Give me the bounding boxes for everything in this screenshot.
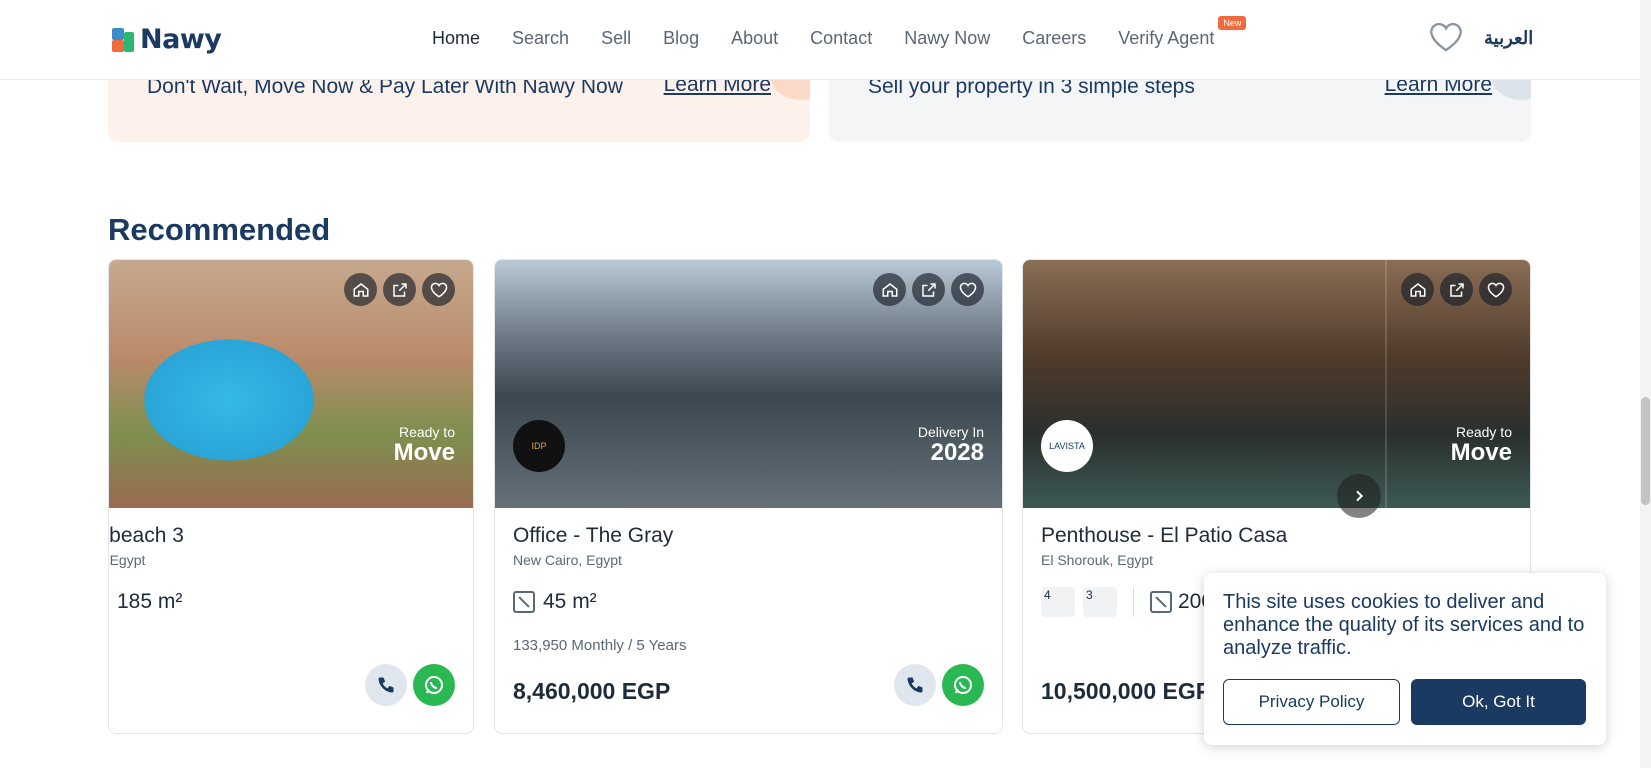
image-next-chevron-icon[interactable]: [1337, 474, 1381, 518]
status-label: Ready to: [1455, 424, 1512, 440]
area-icon: [513, 591, 535, 613]
new-badge: New: [1218, 16, 1247, 30]
favorite-heart-icon[interactable]: [1479, 273, 1512, 306]
nawy-logo[interactable]: Nawy: [112, 24, 222, 55]
nav-sell[interactable]: Sell: [601, 28, 631, 49]
logo-text: Nawy: [140, 24, 222, 55]
cookie-message: This site uses cookies to deliver and en…: [1223, 591, 1585, 659]
bathrooms-count: 3: [1086, 588, 1093, 602]
status-value: Move: [393, 439, 455, 466]
property-amenities: 4 3 200: [1041, 587, 1213, 617]
property-location: New Cairo, Egypt: [513, 552, 622, 568]
language-switch[interactable]: العربية: [1484, 28, 1533, 49]
property-price: 8,460,000 EGP: [513, 678, 671, 704]
home-icon[interactable]: [1401, 273, 1434, 306]
home-icon[interactable]: [873, 273, 906, 306]
cookie-accept-button[interactable]: Ok, Got It: [1411, 679, 1586, 725]
main-nav: Home Search Sell Blog About Contact Nawy…: [432, 16, 1247, 49]
nav-verify-agent[interactable]: Verify Agent New: [1118, 16, 1247, 49]
status-value: 2028: [930, 439, 984, 466]
whatsapp-icon[interactable]: [413, 664, 455, 706]
site-header: Nawy Home Search Sell Blog About Contact…: [0, 0, 1640, 80]
property-location: el , Egypt: [109, 552, 146, 568]
logo-mark-icon: [112, 27, 136, 52]
cookie-banner: This site uses cookies to deliver and en…: [1204, 573, 1606, 745]
area-value: 45 m²: [543, 590, 597, 613]
favorite-heart-icon[interactable]: [951, 273, 984, 306]
contact-buttons: [365, 664, 455, 706]
bed-icon: 4: [1041, 587, 1075, 617]
status-value: Move: [1450, 439, 1512, 466]
share-icon[interactable]: [383, 273, 416, 306]
nav-careers[interactable]: Careers: [1022, 28, 1086, 49]
property-title[interactable]: Office - The Gray: [513, 524, 673, 548]
property-card[interactable]: IDP Delivery In 2028 Office - The Gray N…: [494, 259, 1003, 734]
status-label: Delivery In: [917, 424, 984, 440]
payment-plan: 133,950 Monthly / 5 Years: [513, 637, 687, 654]
property-title[interactable]: ia beach 3: [109, 524, 184, 548]
nav-blog[interactable]: Blog: [663, 28, 699, 49]
page-scrollbar[interactable]: [1640, 0, 1651, 768]
section-title-recommended: Recommended: [108, 212, 331, 247]
delivery-status: Delivery In 2028: [918, 424, 984, 466]
nav-search[interactable]: Search: [512, 28, 569, 49]
favorites-heart-icon[interactable]: [1428, 21, 1464, 53]
delivery-status: Ready to Move: [1451, 424, 1512, 466]
developer-logo[interactable]: IDP: [513, 420, 565, 472]
bedrooms-count: 4: [1044, 588, 1051, 602]
image-actions: [873, 273, 984, 306]
nav-home[interactable]: Home: [432, 28, 480, 49]
favorite-heart-icon[interactable]: [422, 273, 455, 306]
nav-contact[interactable]: Contact: [810, 28, 872, 49]
image-actions: [344, 273, 455, 306]
property-price: 10,500,000 EGP: [1041, 678, 1212, 704]
phone-icon[interactable]: [894, 664, 936, 706]
image-actions: [1401, 273, 1512, 306]
nav-about[interactable]: About: [731, 28, 778, 49]
bath-icon: 3: [1083, 587, 1117, 617]
status-label: Ready to: [398, 424, 455, 440]
whatsapp-icon[interactable]: [942, 664, 984, 706]
divider: [1133, 587, 1134, 617]
home-icon[interactable]: [344, 273, 377, 306]
delivery-status: Ready to Move: [394, 424, 455, 466]
share-icon[interactable]: [1440, 273, 1473, 306]
contact-buttons: [894, 664, 984, 706]
property-card[interactable]: Ready to Move ia beach 3 el , Egypt 185 …: [108, 259, 474, 734]
area-icon: [1150, 591, 1172, 613]
property-area: 45 m²: [513, 590, 597, 614]
property-location: El Shorouk, Egypt: [1041, 552, 1154, 568]
area-icon: [108, 591, 109, 613]
share-icon[interactable]: [912, 273, 945, 306]
property-title[interactable]: Penthouse - El Patio Casa: [1041, 524, 1287, 548]
developer-logo[interactable]: LAVISTA: [1041, 420, 1093, 472]
nav-verify-agent-label: Verify Agent: [1118, 28, 1215, 48]
scrollbar-thumb[interactable]: [1641, 397, 1650, 505]
nav-nawy-now[interactable]: Nawy Now: [904, 28, 990, 49]
property-area: 185 m²: [108, 590, 183, 614]
phone-icon[interactable]: [365, 664, 407, 706]
privacy-policy-button[interactable]: Privacy Policy: [1223, 679, 1400, 725]
area-value: 185 m²: [117, 590, 183, 613]
